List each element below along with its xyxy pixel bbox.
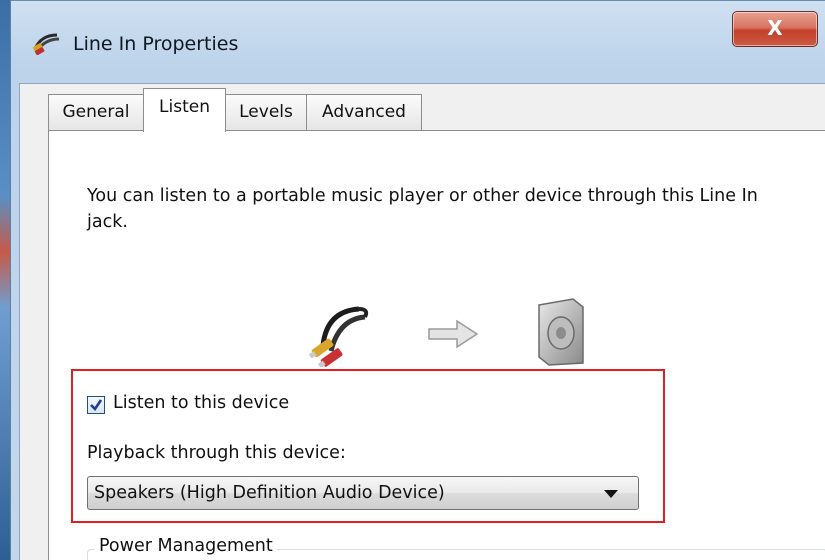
playback-device-value: Speakers (High Definition Audio Device) — [94, 483, 445, 503]
listen-checkbox[interactable] — [87, 396, 105, 414]
checkmark-icon — [90, 399, 103, 412]
audio-jack-icon — [32, 33, 60, 55]
power-management-label: Power Management — [95, 536, 277, 556]
listen-panel: You can listen to a portable music playe… — [48, 130, 825, 560]
playback-label: Playback through this device: — [87, 443, 346, 463]
title-bar[interactable]: Line In Properties X — [11, 1, 825, 83]
chevron-down-icon[interactable] — [604, 490, 618, 498]
description-text: You can listen to a portable music playe… — [87, 186, 758, 232]
properties-window: Line In Properties X General Listen Leve… — [10, 0, 825, 560]
right-arrow-icon — [428, 319, 479, 349]
window-title: Line In Properties — [73, 33, 239, 55]
listen-checkbox-label[interactable]: Listen to this device — [113, 393, 289, 413]
close-button[interactable]: X — [732, 11, 818, 47]
speaker-icon — [538, 298, 584, 366]
tab-general[interactable]: General — [48, 94, 144, 130]
dialog-client: General Listen Levels Advanced You can l… — [19, 83, 825, 560]
playback-device-select[interactable]: Speakers (High Definition Audio Device) — [87, 476, 639, 510]
tab-levels[interactable]: Levels — [225, 94, 307, 130]
audio-jack-icon — [309, 306, 369, 367]
tab-advanced[interactable]: Advanced — [306, 94, 422, 130]
tab-listen[interactable]: Listen — [143, 88, 226, 132]
